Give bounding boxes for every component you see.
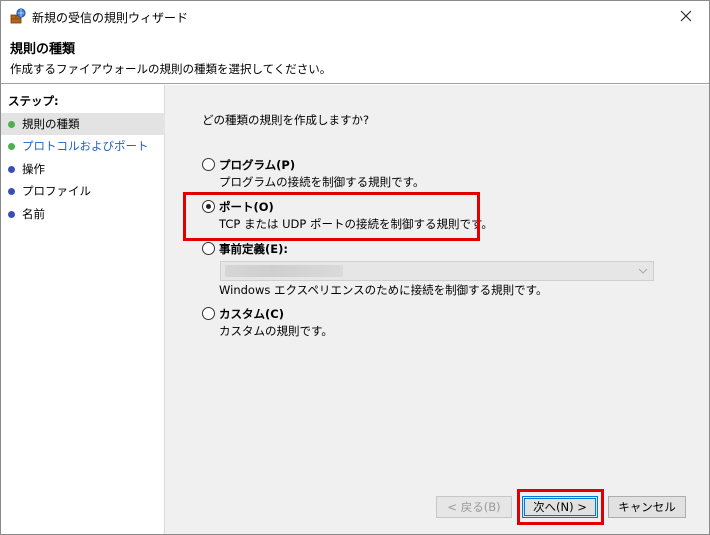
option-description: プログラムの接続を制御する規則です。 [219,175,425,189]
chevron-down-icon [638,268,648,274]
step-status-dot-icon [8,142,15,150]
page-description: 作成するファイアウォールの規則の種類を選択してください。 [10,62,332,76]
page-header: 規則の種類 作成するファイアウォールの規則の種類を選択してください。 [1,31,709,84]
port-radio[interactable] [202,200,215,213]
title-bar: 新規の受信の規則ウィザード [1,1,709,31]
custom-radio[interactable] [202,307,215,320]
steps-title: ステップ: [8,94,59,108]
option-description: Windows エクスペリエンスのために接続を制御する規則です。 [219,283,548,297]
option-label[interactable]: カスタム(C) [219,306,284,322]
step-status-dot-icon [8,165,15,173]
next-button-label: 次へ(N) > [524,498,596,516]
predefined-select-value [225,265,343,277]
step-profile: プロファイル [1,180,165,202]
option-description: カスタムの規則です。 [219,324,333,338]
step-status-dot-icon [8,187,15,195]
step-status-dot-icon [8,210,15,218]
program-radio[interactable] [202,158,215,171]
option-label[interactable]: プログラム(P) [219,157,295,173]
step-label: プロファイル [22,184,91,198]
step-protocol-and-ports[interactable]: プロトコルおよびポート [1,135,165,157]
wizard-body: ステップ: 規則の種類 プロトコルおよびポート 操作 プロファイル 名前 どの種… [1,85,709,534]
firewall-shield-icon [10,8,26,24]
option-label[interactable]: 事前定義(E): [219,241,288,257]
back-button[interactable]: < 戻る(B) [436,496,512,518]
step-rule-type[interactable]: 規則の種類 [1,113,165,135]
option-label[interactable]: ポート(O) [219,199,274,215]
page-title: 規則の種類 [10,42,76,57]
predefined-rule-select[interactable] [220,261,654,281]
step-label: 規則の種類 [22,117,80,131]
main-content: どの種類の規則を作成しますか? プログラム(P) プログラムの接続を制御する規則… [166,85,709,534]
step-label: プロトコルおよびポート [22,139,149,153]
cancel-button[interactable]: キャンセル [608,496,686,518]
step-status-dot-icon [8,120,15,128]
rule-type-question: どの種類の規則を作成しますか? [202,113,370,127]
close-icon [680,10,692,22]
step-label: 操作 [22,162,45,176]
option-description: TCP または UDP ポートの接続を制御する規則です。 [219,217,493,231]
step-name: 名前 [1,203,165,225]
close-button[interactable] [663,1,709,31]
predefined-radio[interactable] [202,242,215,255]
next-button[interactable]: 次へ(N) > [522,496,598,518]
steps-sidebar: ステップ: 規則の種類 プロトコルおよびポート 操作 プロファイル 名前 [1,85,165,534]
step-label: 名前 [22,207,45,221]
step-action: 操作 [1,158,165,180]
window-title: 新規の受信の規則ウィザード [32,11,189,25]
wizard-window: 新規の受信の規則ウィザード 規則の種類 作成するファイアウォールの規則の種類を選… [0,0,710,535]
